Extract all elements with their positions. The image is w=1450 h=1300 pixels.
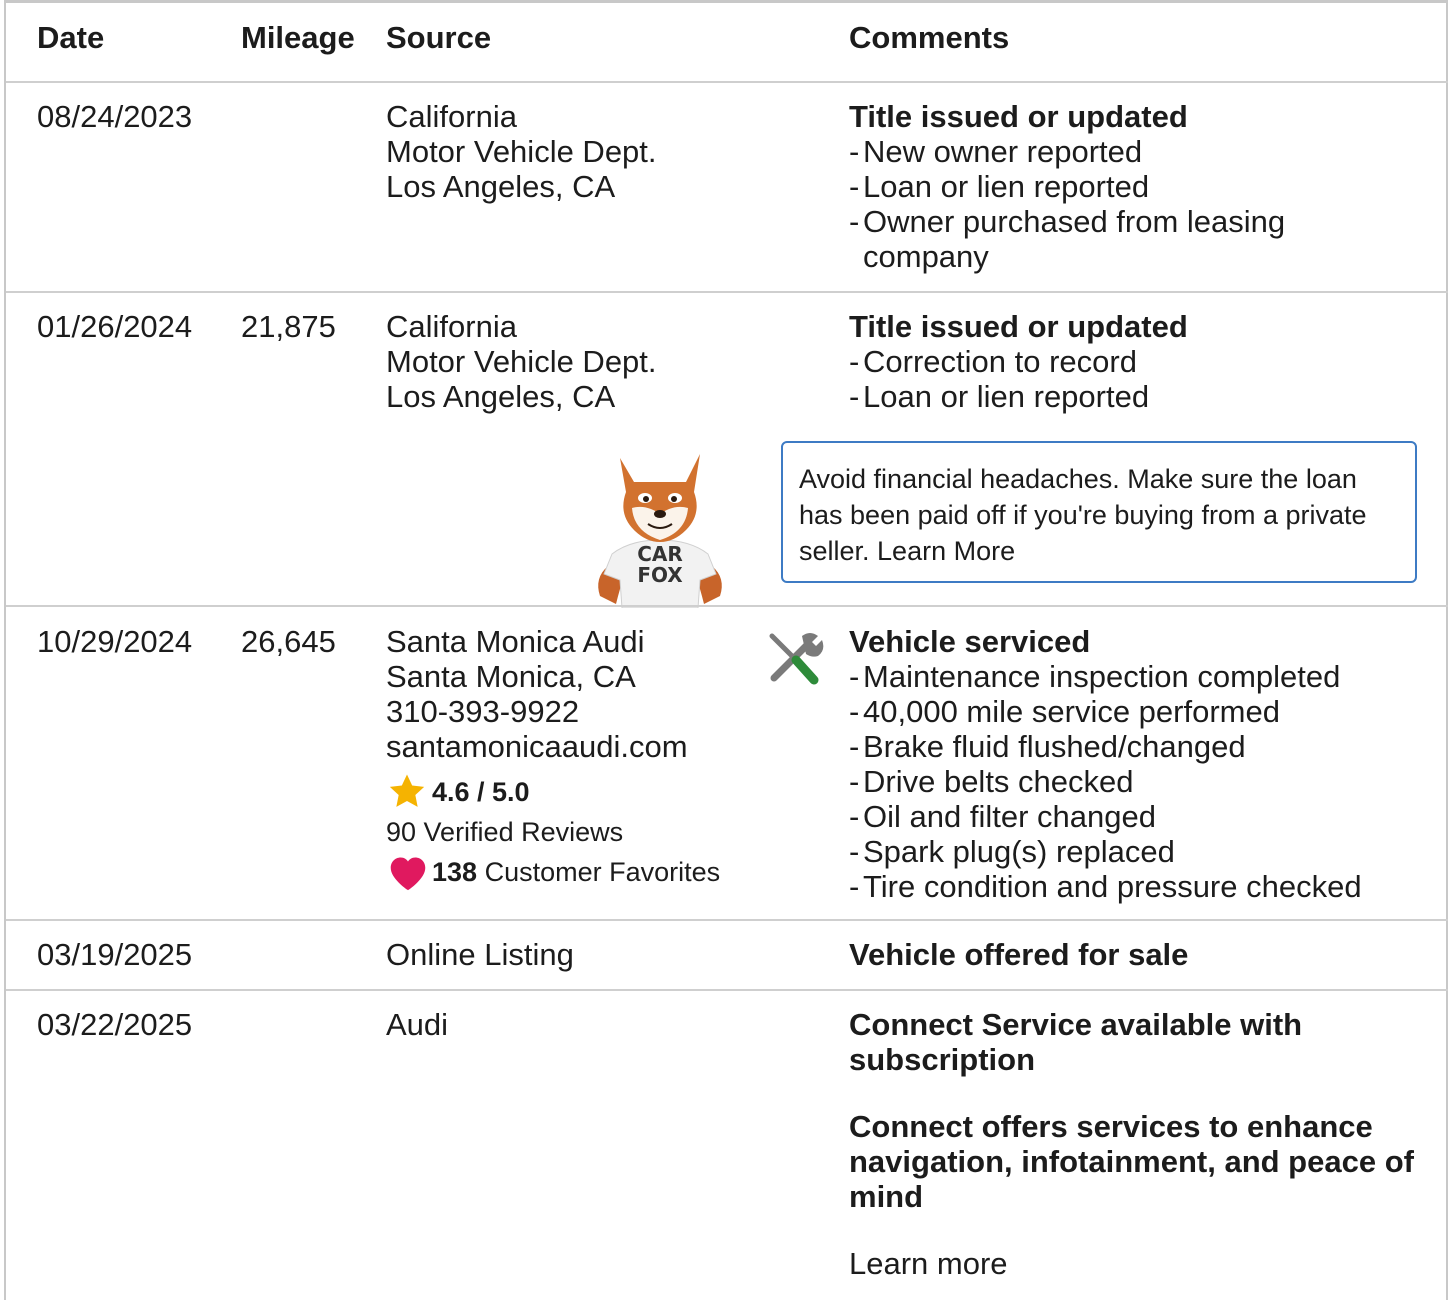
comment-item: Spark plug(s) replaced [849, 834, 1429, 869]
source-line: Santa Monica, CA [386, 659, 636, 694]
row-comments: Title issued or updated Correction to re… [849, 309, 1409, 414]
dealer-website-link[interactable]: santamonicaaudi.com [386, 729, 688, 764]
rating-row: 4.6 / 5.0 [386, 772, 746, 812]
comment-item: Maintenance inspection completed [849, 659, 1429, 694]
carfox-mascot-icon: CAR FOX [598, 454, 722, 608]
header-mileage: Mileage [241, 20, 355, 55]
comment-item: Owner purchased from leasing company [849, 204, 1329, 274]
comment-item: Loan or lien reported [849, 169, 1329, 204]
mascot-shirt-text: FOX [637, 563, 683, 587]
comment-item: Loan or lien reported [849, 379, 1409, 414]
source-line: Los Angeles, CA [386, 169, 616, 204]
row-divider [6, 81, 1448, 83]
row-divider [6, 605, 1448, 607]
header-comments: Comments [849, 20, 1010, 55]
header-source: Source [386, 20, 492, 55]
row-comments: Title issued or updated New owner report… [849, 99, 1329, 274]
row-divider [6, 919, 1448, 921]
source-line: California [386, 309, 517, 344]
comment-item: Correction to record [849, 344, 1409, 379]
row-divider [6, 291, 1448, 293]
row-mileage: 21,875 [241, 309, 336, 344]
header-date: Date [37, 20, 105, 55]
source-line: Motor Vehicle Dept. [386, 134, 657, 169]
dealer-rating-block[interactable]: 4.6 / 5.0 90 Verified Reviews 138 Custom… [386, 772, 746, 892]
favorites-label: Customer Favorites [477, 856, 721, 887]
loan-tip-callout[interactable]: Avoid financial headaches. Make sure the… [781, 441, 1417, 583]
star-icon [386, 772, 432, 812]
comment-title: Title issued or updated [849, 309, 1188, 344]
row-date: 01/26/2024 [37, 309, 193, 344]
comment-item: New owner reported [849, 134, 1329, 169]
row-source: California Motor Vehicle Dept. Los Angel… [386, 99, 657, 204]
row-date: 08/24/2023 [37, 99, 193, 134]
source-line: Motor Vehicle Dept. [386, 344, 657, 379]
dealer-phone[interactable]: 310-393-9922 [386, 694, 688, 729]
comment-item: Drive belts checked [849, 764, 1429, 799]
comment-title: Vehicle offered for sale [849, 937, 1189, 972]
row-comments: Vehicle serviced Maintenance inspection … [849, 624, 1429, 904]
favorites-count: 138 [432, 856, 478, 887]
row-source: Online Listing [386, 937, 574, 972]
comment-title: Vehicle serviced [849, 624, 1091, 659]
heart-icon [386, 852, 432, 892]
row-source: Audi [386, 1007, 449, 1042]
row-source: Santa Monica Audi Santa Monica, CA 310-3… [386, 624, 688, 764]
reviews-row: 90 Verified Reviews [386, 812, 746, 852]
row-date: 10/29/2024 [37, 624, 193, 659]
source-line: Santa Monica Audi [386, 624, 645, 659]
learn-more-link[interactable]: Learn more [849, 1246, 1419, 1281]
comment-item: 40,000 mile service performed [849, 694, 1429, 729]
comment-title: Title issued or updated [849, 99, 1188, 134]
rating-value: 4.6 / 5.0 [432, 776, 530, 807]
favorites-row: 138 Customer Favorites [386, 852, 746, 892]
row-divider [6, 989, 1448, 991]
source-line: California [386, 99, 517, 134]
row-comments: Connect Service available with subscript… [849, 1007, 1419, 1281]
verified-reviews: 90 Verified Reviews [386, 816, 624, 847]
row-date: 03/19/2025 [37, 937, 193, 972]
comment-item: Tire condition and pressure checked [849, 869, 1429, 904]
row-source: California Motor Vehicle Dept. Los Angel… [386, 309, 657, 414]
comment-title: Connect Service available with subscript… [849, 1007, 1303, 1077]
callout-text: Avoid financial headaches. Make sure the… [799, 464, 1367, 566]
comment-title-secondary: Connect offers services to enhance navig… [849, 1109, 1414, 1214]
comment-item: Brake fluid flushed/changed [849, 729, 1429, 764]
source-line: Los Angeles, CA [386, 379, 616, 414]
wrench-screwdriver-icon [769, 633, 824, 685]
row-date: 03/22/2025 [37, 1007, 193, 1042]
row-mileage: 26,645 [241, 624, 336, 659]
comment-item: Oil and filter changed [849, 799, 1429, 834]
